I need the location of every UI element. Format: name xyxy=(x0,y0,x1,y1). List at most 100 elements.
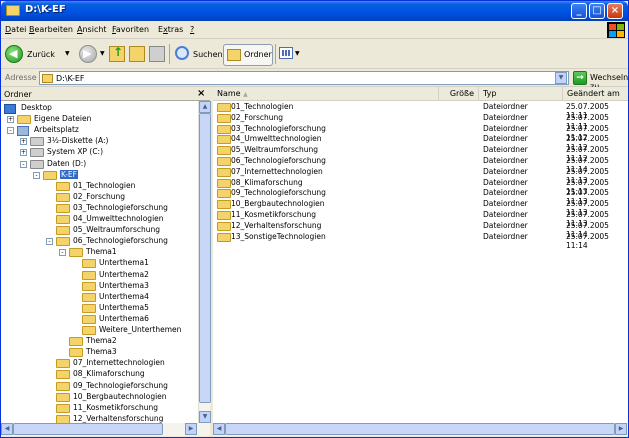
tree-vertical-scrollbar[interactable]: ▲ ▼ xyxy=(198,101,211,423)
collapse-icon[interactable]: - xyxy=(59,249,66,257)
folder-up-icon[interactable]: ↑ xyxy=(109,45,125,62)
list-item[interactable]: 07_Internettechnologien Dateiordner 25.07.… xyxy=(213,167,628,185)
tree-item[interactable]: Thema2 xyxy=(1,336,198,347)
menu-datei[interactable]: Datei xyxy=(5,25,26,34)
tree-item[interactable]: - Daten (D:) xyxy=(1,159,198,170)
scroll-thumb[interactable] xyxy=(199,113,211,403)
list-item[interactable]: 10_Bergbautechnologien Dateiordner 25.07.2… xyxy=(213,199,628,217)
collapse-icon[interactable]: - xyxy=(20,160,27,168)
views-dropdown-icon[interactable]: ▼ xyxy=(295,50,300,57)
list-item[interactable]: 03_Technologieforschung Dateiordner 25.07.… xyxy=(213,124,628,142)
back-dropdown-icon[interactable]: ▼ xyxy=(65,50,70,57)
scroll-left-icon[interactable]: ◀ xyxy=(213,423,225,435)
menu-extras[interactable]: Extras xyxy=(158,25,183,34)
list-item[interactable]: 11_Kosmetikforschung Dateiordner 25.07.200… xyxy=(213,210,628,228)
scroll-left-icon[interactable]: ◀ xyxy=(1,423,13,435)
minimize-button[interactable]: _ xyxy=(571,3,587,19)
tree-item[interactable]: 01_Technologien xyxy=(1,181,198,192)
scroll-right-icon[interactable]: ▶ xyxy=(185,423,197,435)
forward-dropdown-icon[interactable]: ▼ xyxy=(100,50,105,57)
tree-item[interactable]: + Eigene Dateien xyxy=(1,114,198,125)
collapse-icon[interactable]: - xyxy=(7,127,14,135)
tree-item[interactable]: 09_Technologieforschung xyxy=(1,381,198,392)
tree-item[interactable]: Unterthema4 xyxy=(1,292,198,303)
scroll-thumb[interactable] xyxy=(225,423,615,435)
tree-item[interactable]: Unterthema3 xyxy=(1,281,198,292)
menu-help[interactable]: ? xyxy=(190,25,194,34)
list-horizontal-scrollbar[interactable]: ◀ ▶ xyxy=(213,423,628,436)
search-button-label[interactable]: Suchen xyxy=(193,50,223,59)
tree-item[interactable]: - Arbeitsplatz xyxy=(1,125,198,137)
collapse-icon[interactable]: - xyxy=(46,238,53,246)
tree-item[interactable]: 11_Kosmetikforschung xyxy=(1,403,198,414)
copy-to-icon[interactable] xyxy=(149,46,165,62)
column-type[interactable]: Typ xyxy=(479,87,563,101)
expand-icon[interactable]: + xyxy=(7,116,14,124)
address-dropdown-icon[interactable]: ▼ xyxy=(555,72,567,84)
go-arrow-icon[interactable]: → xyxy=(573,71,587,85)
folder-tree: Desktop + Eigene Dateien - Arbeitsplatz +3½-D… xyxy=(1,101,198,423)
list-item[interactable]: 09_Technologieforschung Dateiordner 25.07.… xyxy=(213,188,628,206)
list-item[interactable]: 08_Klimaforschung Dateiordner 25.07.2005 1… xyxy=(213,178,628,196)
tree-item[interactable]: 03_Technologieforschung xyxy=(1,203,198,214)
expand-icon[interactable]: + xyxy=(20,149,27,157)
collapse-icon[interactable]: - xyxy=(33,171,40,179)
back-button-label[interactable]: Zurück xyxy=(27,50,55,59)
list-item[interactable]: 04_Umwelttechnologien Dateiordner 25.07.20… xyxy=(213,134,628,152)
back-arrow-icon[interactable]: ◀ xyxy=(5,45,23,63)
tree-item[interactable]: Unterthema5 xyxy=(1,303,198,314)
folder-icon xyxy=(56,203,70,213)
list-item[interactable]: 06_Technologieforschung Dateiordner 25.07.… xyxy=(213,156,628,174)
tree-item[interactable]: - Thema1 xyxy=(1,247,198,258)
forward-arrow-icon[interactable]: ▶ xyxy=(79,45,97,63)
tree-item[interactable]: Weitere_Unterthemen xyxy=(1,325,198,336)
tree-item[interactable]: 08_Klimaforschung xyxy=(1,369,198,380)
close-icon[interactable]: × xyxy=(197,88,205,99)
column-name[interactable]: Name ▲ xyxy=(213,87,439,101)
close-button[interactable]: × xyxy=(607,3,623,19)
menu-ansicht[interactable]: Ansicht xyxy=(77,25,107,34)
tree-item[interactable]: Unterthema6 xyxy=(1,314,198,325)
tree-item[interactable]: 04_Umwelttechnologien xyxy=(1,214,198,225)
list-item[interactable]: 05_Weltraumforschung Dateiordner 25.07.200… xyxy=(213,145,628,163)
menu-bearbeiten[interactable]: Bearbeiten xyxy=(29,25,73,34)
tree-item[interactable]: Unterthema1 xyxy=(1,258,198,269)
list-item[interactable]: 13_SonstigeTechnologien Dateiordner 25.07.… xyxy=(213,232,628,250)
search-icon[interactable] xyxy=(175,46,189,60)
expand-icon[interactable]: + xyxy=(20,138,27,146)
scroll-right-icon[interactable]: ▶ xyxy=(615,423,627,435)
tree-item-label: 01_Technologien xyxy=(73,180,136,190)
list-item[interactable]: 12_Verhaltensforschung Dateiordner 25.07.2… xyxy=(213,221,628,239)
tree-horizontal-scrollbar[interactable]: ◀ ▶ xyxy=(1,423,210,436)
column-size[interactable]: Größe xyxy=(439,87,479,101)
tree-item[interactable]: 05_Weltraumforschung xyxy=(1,225,198,236)
tree-item[interactable]: 12_Verhaltensforschung xyxy=(1,414,198,423)
scroll-thumb[interactable] xyxy=(13,423,163,435)
tree-item[interactable]: 10_Bergbautechnologien xyxy=(1,392,198,403)
scroll-up-icon[interactable]: ▲ xyxy=(199,101,211,113)
list-item[interactable]: 01_Technologien Dateiordner 25.07.2005 11:… xyxy=(213,102,628,120)
address-value[interactable]: D:\K-EF xyxy=(56,74,85,83)
tree-item[interactable]: Desktop xyxy=(1,103,198,114)
folder-icon xyxy=(82,259,96,269)
address-input[interactable]: D:\K-EF xyxy=(39,71,569,85)
maximize-button[interactable]: □ xyxy=(589,3,605,19)
tree-item[interactable]: 02_Forschung xyxy=(1,192,198,203)
tree-item[interactable]: - 06_Technologieforschung xyxy=(1,236,198,247)
views-icon[interactable] xyxy=(279,47,293,59)
tree-item[interactable]: + System XP (C:) xyxy=(1,147,198,158)
move-to-icon[interactable] xyxy=(129,46,145,62)
folders-button[interactable]: Ordner xyxy=(223,44,273,66)
title-bar[interactable]: D:\K-EF _ □ × xyxy=(1,1,628,21)
scroll-down-icon[interactable]: ▼ xyxy=(199,411,211,423)
tree-item[interactable]: Unterthema2 xyxy=(1,270,198,281)
computer-icon xyxy=(17,126,29,137)
tree-item[interactable]: +3½-Diskette (A:) xyxy=(1,136,198,147)
list-item[interactable]: 02_Forschung Dateiordner 25.07.2005 11:11 xyxy=(213,113,628,131)
menu-favoriten[interactable]: Favoriten xyxy=(112,25,149,34)
folder-icon xyxy=(217,178,231,188)
tree-item[interactable]: Thema3 xyxy=(1,347,198,358)
tree-item[interactable]: - K-EF xyxy=(1,169,198,181)
column-date[interactable]: Geändert am xyxy=(563,87,628,101)
tree-item[interactable]: 07_Internettechnologien xyxy=(1,358,198,369)
